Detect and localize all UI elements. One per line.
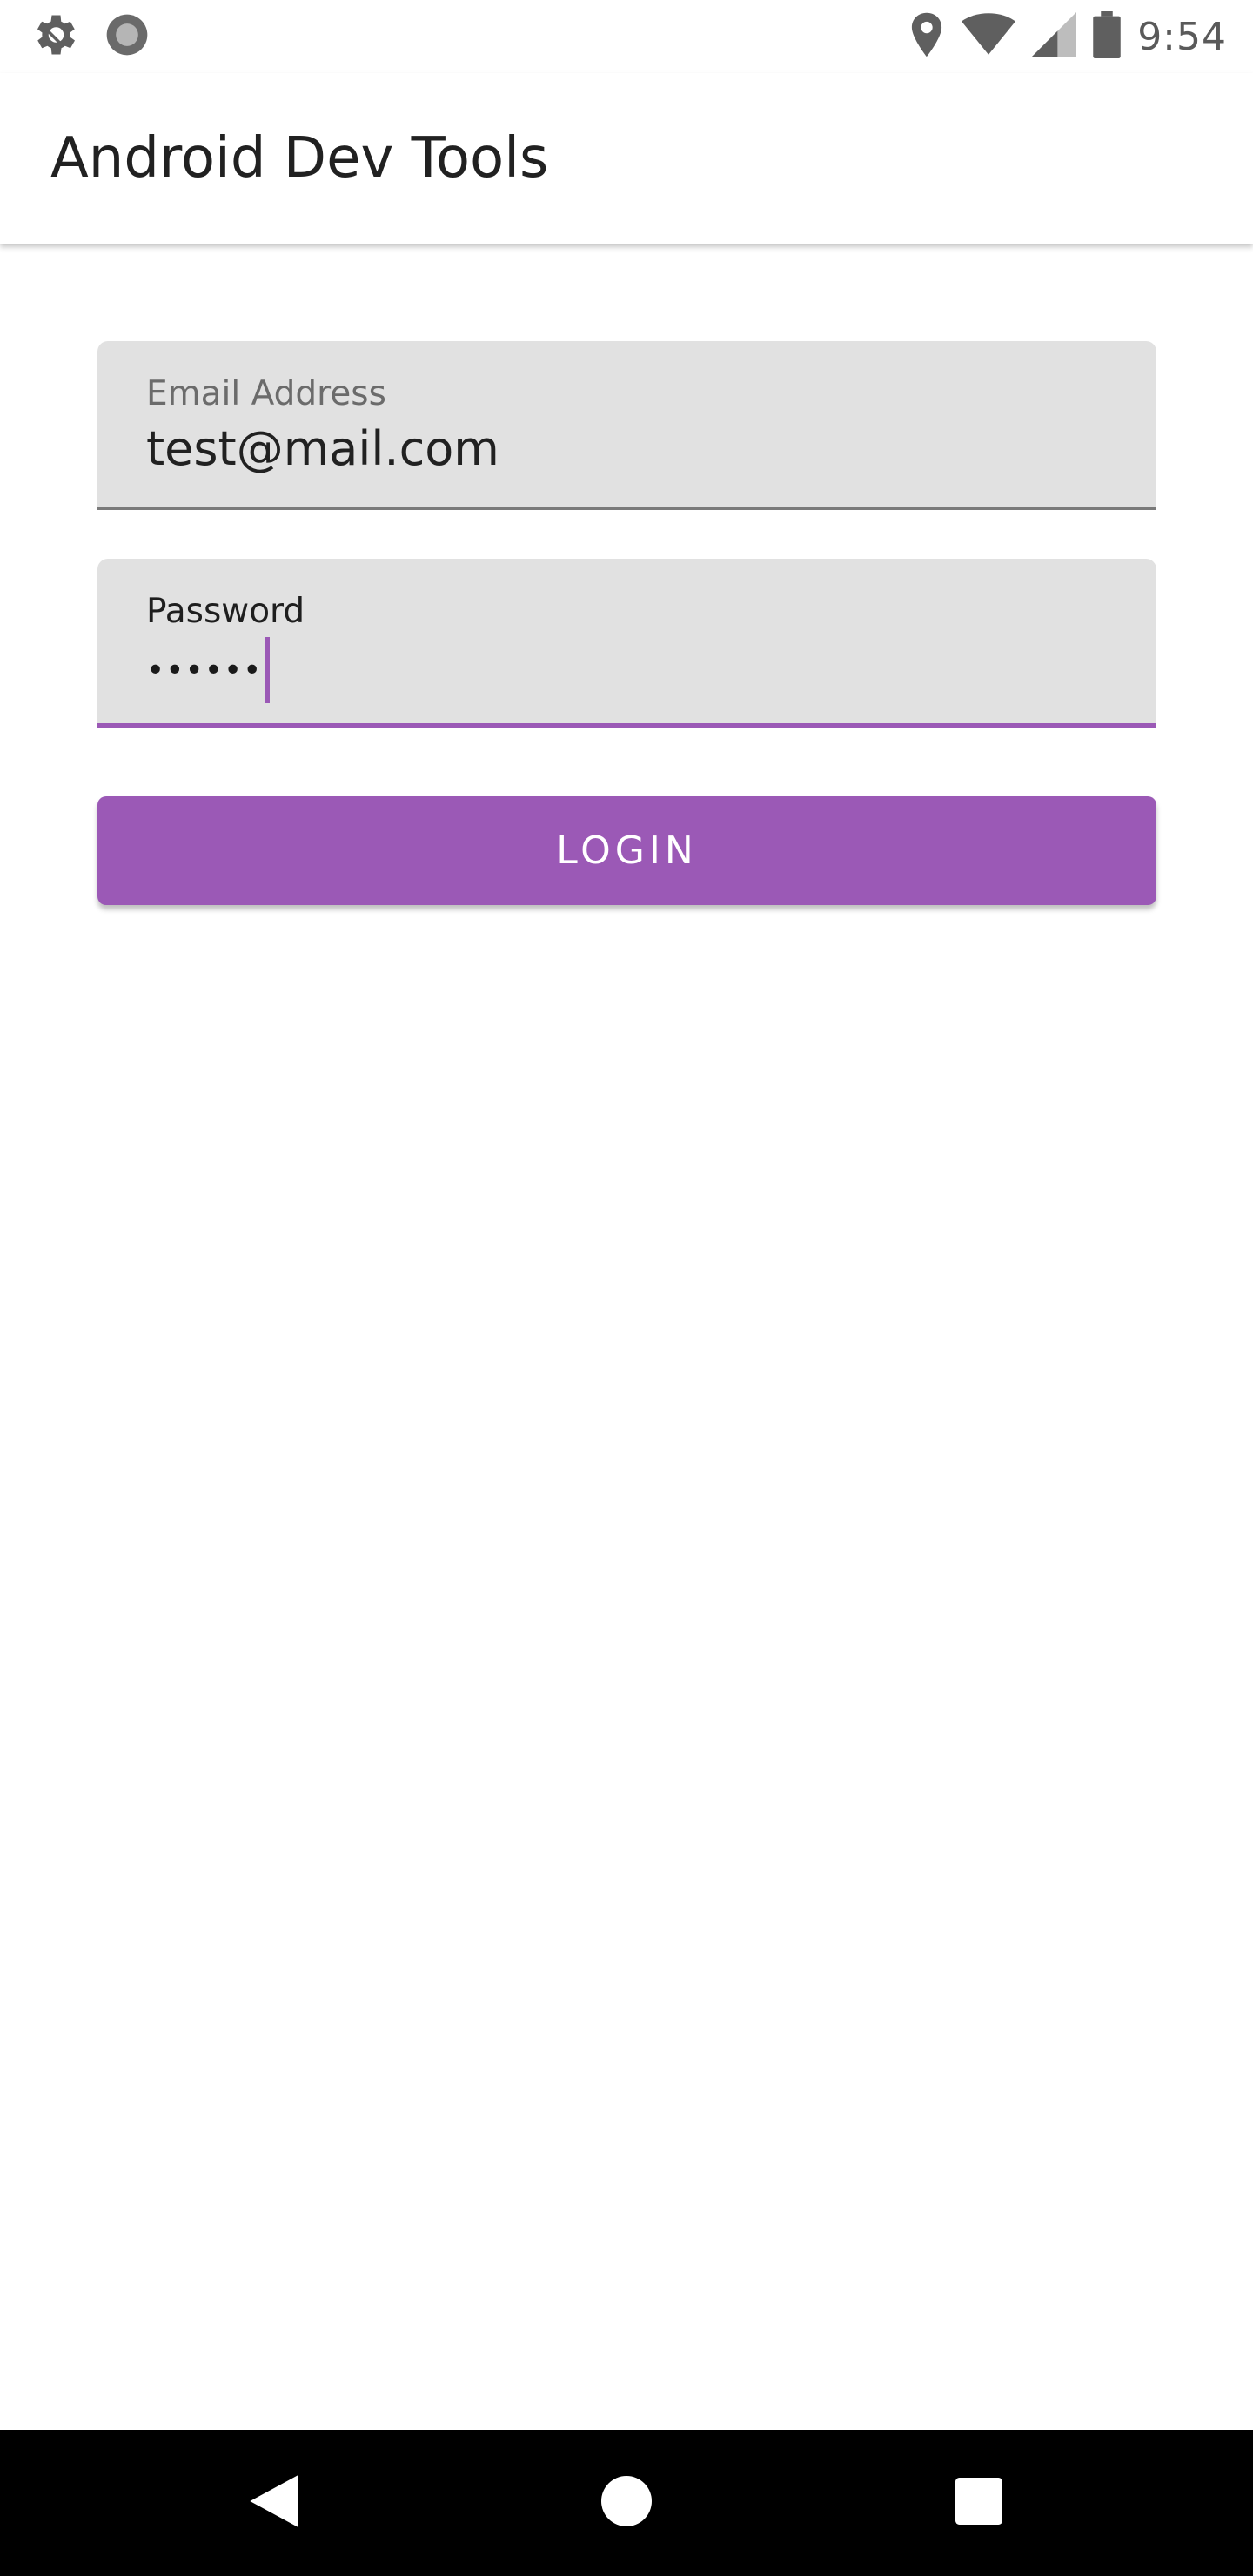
home-button[interactable] — [557, 2430, 696, 2576]
record-circle-icon — [103, 10, 151, 63]
status-bar: 9:54 — [0, 0, 1253, 73]
text-cursor — [265, 637, 271, 703]
password-field-value: •••••• — [146, 652, 263, 688]
password-input-row: •••••• — [146, 635, 271, 705]
location-pin-icon — [908, 11, 946, 62]
email-field-label: Email Address — [146, 374, 386, 413]
signal-icon — [1031, 12, 1077, 61]
status-time: 9:54 — [1137, 14, 1227, 59]
email-field[interactable]: Email Address test@mail.com — [97, 341, 1156, 510]
back-button[interactable] — [204, 2430, 344, 2576]
recents-button[interactable] — [909, 2430, 1049, 2576]
status-right-icons: 9:54 — [892, 11, 1227, 62]
status-left-icons — [28, 9, 174, 64]
email-field-value: test@mail.com — [146, 421, 499, 476]
login-button[interactable]: LOGIN — [97, 796, 1156, 905]
app-bar: Android Dev Tools — [0, 73, 1253, 244]
battery-icon — [1092, 11, 1122, 62]
back-icon — [250, 2475, 298, 2531]
app-title: Android Dev Tools — [50, 126, 549, 191]
login-screen: 9:54 Android Dev Tools Email Address tes… — [0, 0, 1253, 2576]
recents-icon — [955, 2478, 1002, 2528]
password-field-label: Password — [146, 592, 305, 631]
wifi-icon — [962, 13, 1016, 60]
password-field[interactable]: Password •••••• — [97, 559, 1156, 728]
settings-gear-icon — [28, 9, 80, 64]
navigation-bar — [0, 2430, 1253, 2576]
home-icon — [601, 2476, 652, 2530]
